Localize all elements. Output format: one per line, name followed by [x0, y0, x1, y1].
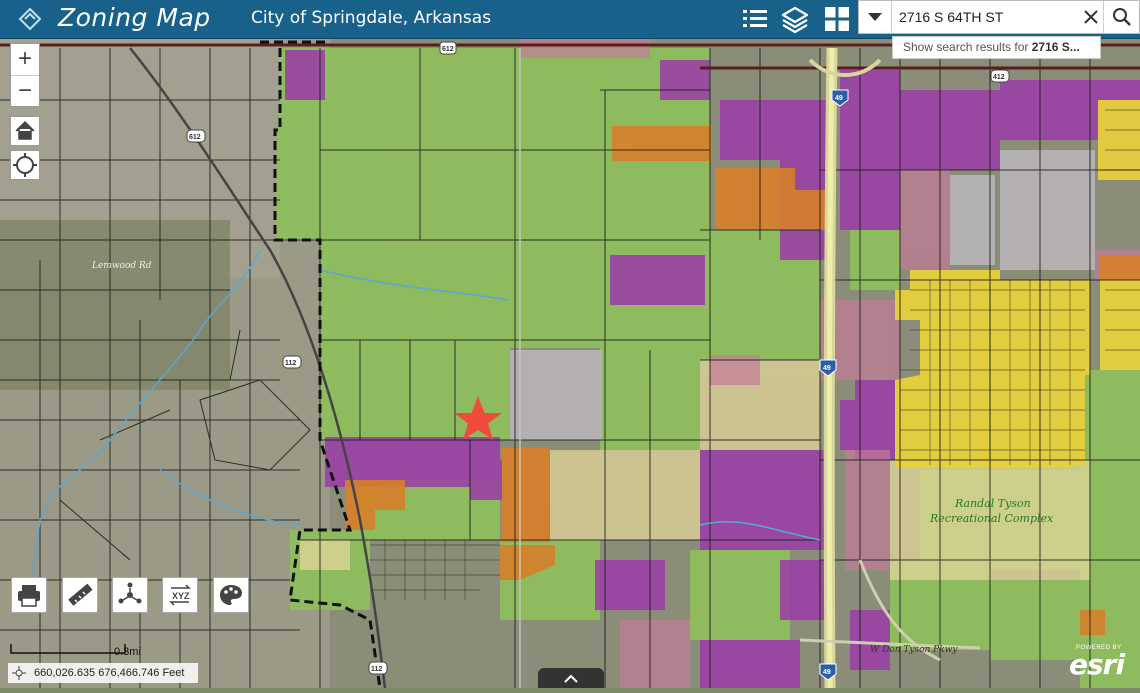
app-logo-icon	[18, 7, 42, 31]
layers-icon	[781, 6, 809, 34]
swipe-button[interactable]	[213, 577, 249, 613]
zoom-control: + −	[10, 43, 40, 107]
bottom-panel-handle[interactable]	[538, 668, 604, 688]
county-trees	[0, 220, 230, 390]
park-label-line1: Randal Tyson	[954, 497, 1031, 510]
close-icon	[1084, 10, 1098, 24]
zoom-in-button[interactable]: +	[11, 44, 39, 75]
zoom-out-button[interactable]: −	[11, 75, 39, 107]
route-shield: 612	[186, 129, 206, 143]
locate-button[interactable]	[10, 150, 40, 180]
coordinate-readout: 660,026.635 676,466.746 Feet	[8, 663, 198, 683]
search-suggestion[interactable]: Show search results for 2716 S...	[892, 36, 1101, 59]
crosshair-icon[interactable]	[12, 666, 26, 680]
svg-text:49: 49	[823, 669, 831, 676]
home-icon	[15, 120, 35, 140]
list-icon	[743, 10, 767, 27]
app-title: Zoning Map	[58, 3, 211, 32]
search-source-dropdown[interactable]	[859, 1, 892, 33]
print-button[interactable]	[11, 577, 47, 613]
ruler-icon	[68, 583, 93, 606]
svg-text:412: 412	[993, 74, 1005, 81]
svg-text:612: 612	[189, 134, 201, 141]
search-icon	[1113, 8, 1131, 26]
search-clear-button[interactable]	[1079, 1, 1103, 33]
xyz-icon: XYZ	[169, 584, 191, 606]
home-button[interactable]	[10, 116, 40, 146]
svg-text:112: 112	[285, 360, 296, 367]
measure-button[interactable]	[62, 577, 98, 613]
road-label: Lemwood Rd	[91, 261, 152, 271]
search-input[interactable]	[895, 1, 1079, 33]
svg-text:XYZ: XYZ	[172, 591, 190, 601]
search-button[interactable]	[1103, 1, 1140, 33]
route-shield: 412	[990, 69, 1010, 83]
route-shield: 112	[368, 661, 388, 675]
route-shield: 612	[439, 41, 457, 55]
layers-button[interactable]	[780, 4, 810, 34]
palette-icon	[220, 585, 242, 605]
svg-text:612: 612	[442, 46, 454, 53]
basemap-gallery-button[interactable]	[822, 4, 852, 34]
coordinate-button[interactable]: XYZ	[162, 577, 198, 613]
chevron-up-icon	[564, 674, 578, 683]
locate-icon	[13, 153, 37, 177]
coordinate-text: 660,026.635 676,466.746 Feet	[34, 667, 185, 679]
esri-logo[interactable]: esri	[1069, 648, 1125, 681]
printer-icon	[18, 585, 40, 607]
scale-bar	[10, 644, 126, 654]
svg-text:49: 49	[835, 95, 843, 102]
grid-icon	[825, 7, 849, 31]
search-widget	[858, 0, 1140, 34]
svg-text:49: 49	[823, 365, 831, 372]
svg-text:112: 112	[371, 666, 382, 673]
share-button[interactable]	[112, 577, 148, 613]
network-icon	[118, 582, 142, 604]
caret-down-icon	[868, 13, 882, 21]
app-subtitle: City of Springdale, Arkansas	[251, 8, 492, 28]
legend-button[interactable]	[740, 4, 770, 34]
route-shield: 112	[282, 355, 302, 369]
scale-label: 0.3mi	[114, 646, 141, 658]
park-label-line2: Recreational Complex	[929, 512, 1054, 525]
road-label-sw: W Don Tyson Pkwy	[870, 645, 958, 655]
